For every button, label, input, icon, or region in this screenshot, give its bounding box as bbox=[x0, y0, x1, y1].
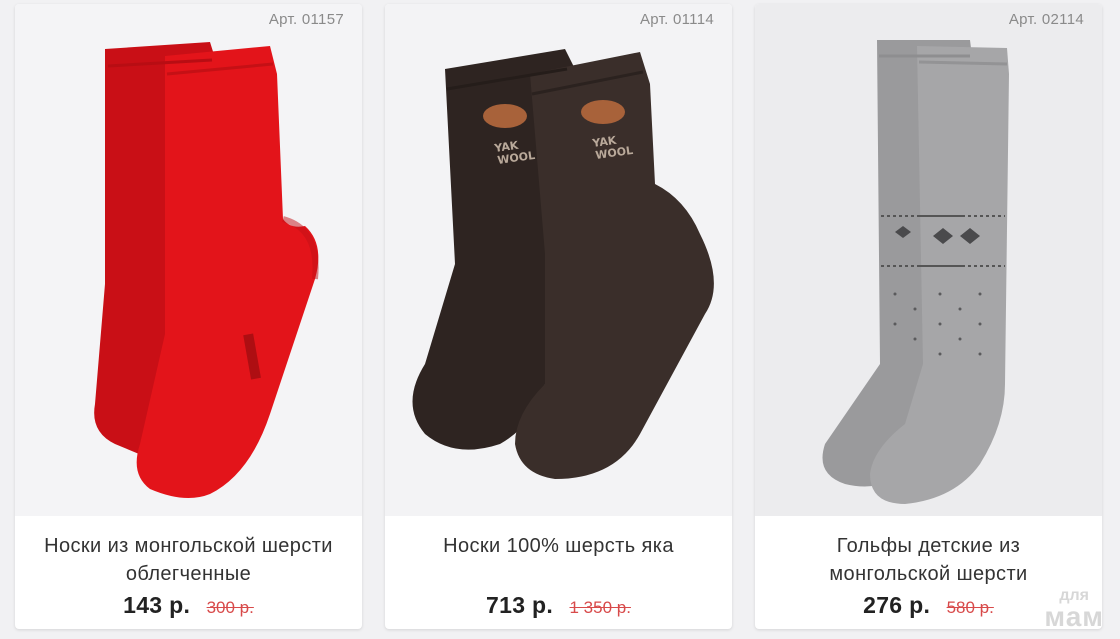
watermark-bottom-text: мам bbox=[1044, 601, 1104, 632]
site-watermark: для мам bbox=[1044, 588, 1104, 632]
product-title[interactable]: Носки из монгольской шерсти облегченные bbox=[39, 532, 339, 588]
product-sku: Арт. 01157 bbox=[268, 11, 344, 28]
product-grid: Арт. 01157 Носки из монгольской шерсти о… bbox=[15, 4, 1102, 629]
product-sku: Арт. 02114 bbox=[1008, 11, 1084, 28]
product-card[interactable]: Арт. 01157 Носки из монгольской шерсти о… bbox=[15, 4, 362, 629]
product-title[interactable]: Гольфы детские из монгольской шерсти bbox=[779, 532, 1079, 588]
product-sku: Арт. 01114 bbox=[639, 11, 714, 28]
price-row: 143 р. 300 р. bbox=[15, 592, 362, 619]
product-price: 276 р. bbox=[863, 592, 931, 618]
product-old-price: 1 350 р. bbox=[569, 598, 631, 617]
product-image-yak-socks[interactable]: YAK WOOL YAK WOOL bbox=[385, 4, 732, 516]
product-image-grey-kneesocks[interactable] bbox=[755, 4, 1102, 516]
price-row: 713 р. 1 350 р. bbox=[385, 592, 732, 619]
product-title[interactable]: Носки 100% шерсть яка bbox=[409, 532, 709, 560]
product-price: 143 р. bbox=[123, 592, 191, 618]
product-old-price: 300 р. bbox=[206, 598, 254, 617]
product-info: Носки 100% шерсть яка 713 р. 1 350 р. bbox=[385, 516, 732, 629]
product-info: Носки из монгольской шерсти облегченные … bbox=[15, 516, 362, 629]
product-card[interactable]: YAK WOOL YAK WOOL Арт. 01114 Носки 100% … bbox=[385, 4, 732, 629]
product-card[interactable]: Арт. 02114 Гольфы детские из монгольской… bbox=[755, 4, 1102, 629]
product-image-red-socks[interactable] bbox=[15, 4, 362, 516]
product-price: 713 р. bbox=[486, 592, 554, 618]
product-old-price: 580 р. bbox=[946, 598, 994, 617]
